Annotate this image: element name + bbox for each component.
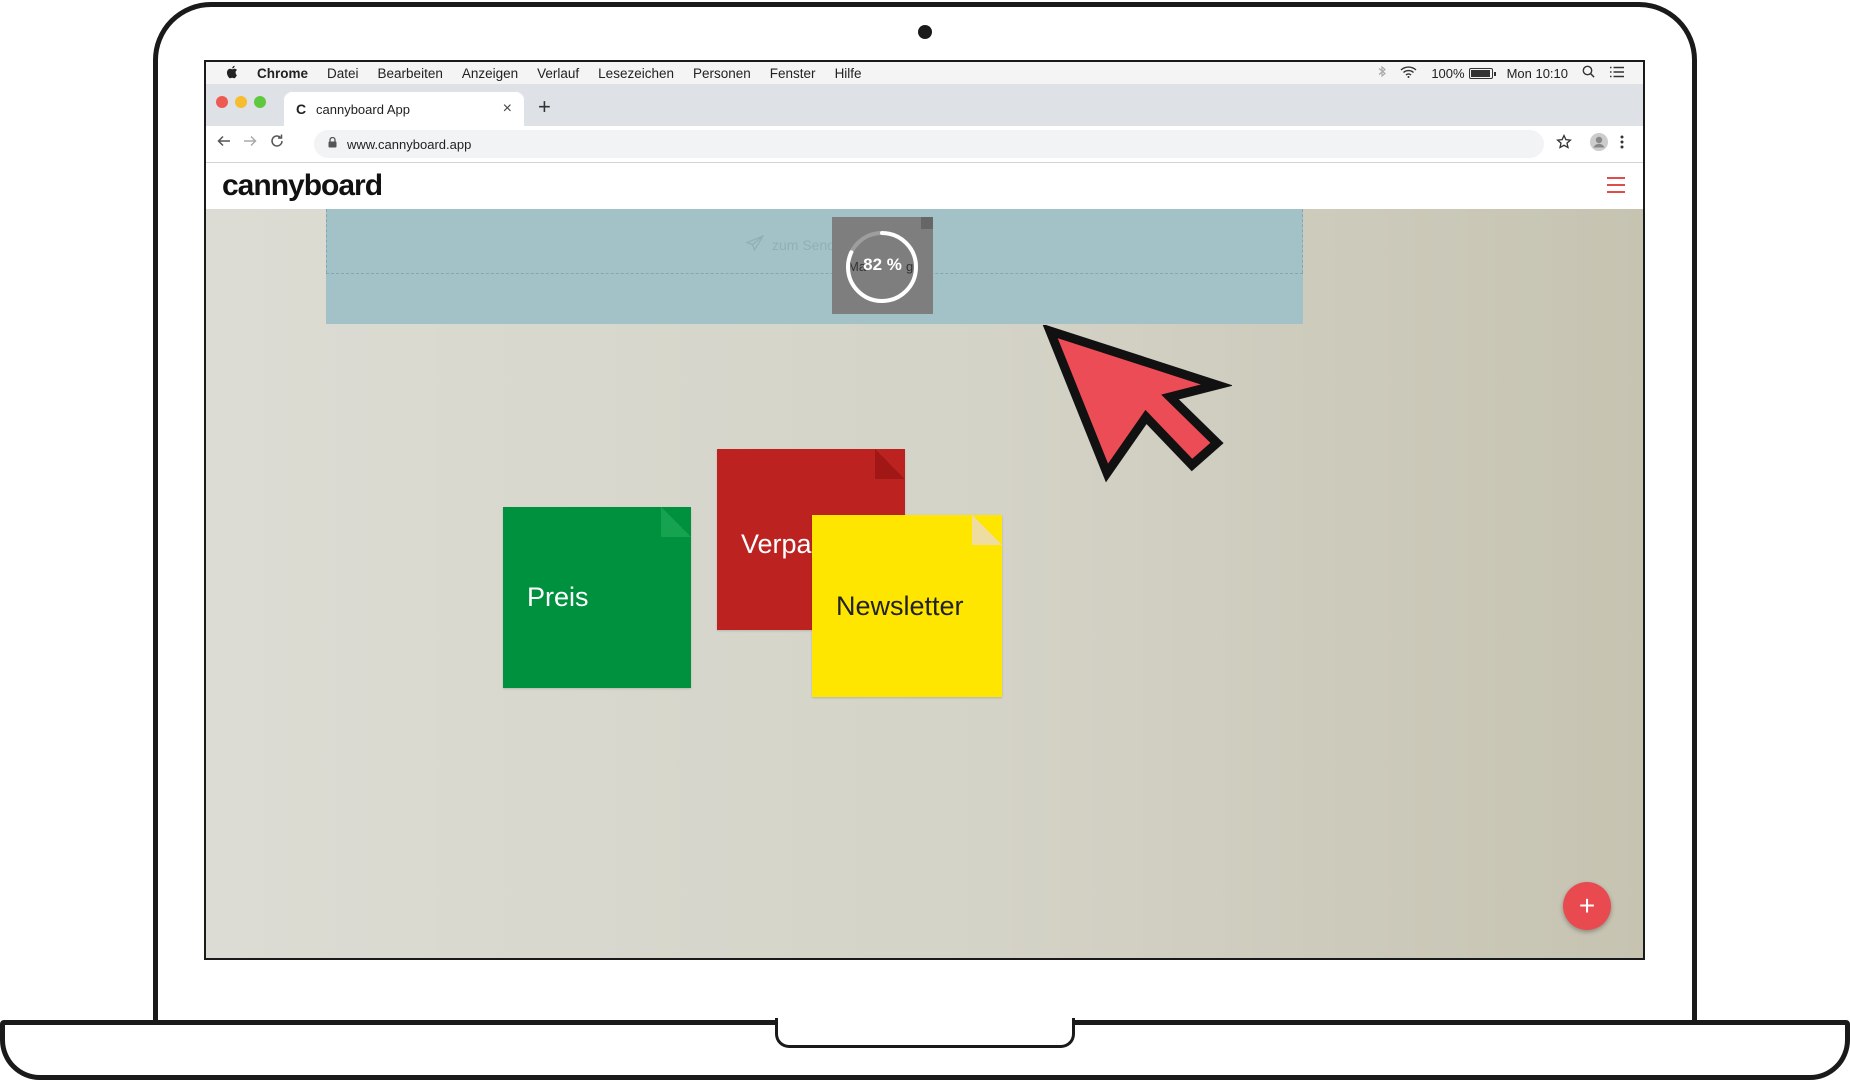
cannyboard-logo[interactable]: cannyboard	[222, 169, 383, 203]
url-text: www.cannyboard.app	[347, 136, 472, 152]
hamburger-menu-icon[interactable]	[1607, 177, 1625, 193]
back-arrow-icon[interactable]	[216, 133, 232, 154]
menu-lesezeichen[interactable]: Lesezeichen	[598, 66, 674, 81]
screen: Chrome Datei Bearbeiten Anzeigen Verlauf…	[204, 60, 1645, 960]
notification-center-icon[interactable]	[1609, 66, 1625, 81]
battery-status[interactable]: 100%	[1431, 65, 1496, 81]
sticky-note-preis[interactable]: Preis	[503, 507, 691, 688]
more-menu-icon[interactable]	[1620, 134, 1624, 155]
battery-percent: 100%	[1431, 65, 1465, 81]
add-note-button[interactable]: +	[1563, 882, 1611, 930]
send-dropzone[interactable]: zum Send	[326, 209, 1303, 324]
upload-progress-card: Ma g 82 %	[832, 217, 933, 314]
profile-avatar-icon[interactable]	[1589, 132, 1609, 157]
menu-hilfe[interactable]: Hilfe	[835, 66, 862, 81]
bluetooth-icon[interactable]	[1378, 65, 1387, 81]
note-fold	[875, 449, 905, 479]
clock[interactable]: Mon 10:10	[1507, 66, 1568, 81]
browser-toolbar: www.cannyboard.app	[206, 126, 1643, 163]
apple-icon[interactable]	[226, 65, 238, 82]
progress-percent: 82 %	[863, 255, 902, 274]
paper-plane-icon	[745, 234, 765, 254]
menu-chrome[interactable]: Chrome	[257, 66, 308, 81]
wifi-icon[interactable]	[1400, 65, 1417, 81]
forward-arrow-icon[interactable]	[242, 133, 258, 154]
tab-title: cannyboard App	[316, 101, 410, 117]
send-label-text: zum Send	[772, 236, 836, 253]
macos-menubar: Chrome Datei Bearbeiten Anzeigen Verlauf…	[206, 62, 1643, 85]
note-label: Preis	[527, 582, 589, 612]
window-close-button[interactable]	[216, 96, 228, 108]
pointer-arrow-icon	[1042, 325, 1232, 483]
spotlight-search-icon[interactable]	[1582, 65, 1595, 81]
note-label: Newsletter	[836, 590, 964, 621]
menu-verlauf[interactable]: Verlauf	[537, 66, 579, 81]
window-zoom-button[interactable]	[254, 96, 266, 108]
new-tab-button[interactable]: +	[538, 94, 551, 120]
webcam	[918, 25, 932, 39]
battery-icon	[1468, 67, 1496, 79]
sticky-note-newsletter[interactable]: Newsletter	[812, 515, 1002, 697]
menu-datei[interactable]: Datei	[327, 66, 359, 81]
window-minimize-button[interactable]	[235, 96, 247, 108]
browser-tab-strip: C cannyboard App × +	[206, 84, 1643, 126]
menu-personen[interactable]: Personen	[693, 66, 751, 81]
tab-cannyboard[interactable]: C cannyboard App ×	[284, 92, 524, 126]
lock-icon	[328, 136, 337, 151]
cannyboard-favicon-icon: C	[296, 101, 307, 117]
bookmark-star-icon[interactable]	[1556, 133, 1572, 155]
app-header: cannyboard	[206, 163, 1643, 209]
reload-icon[interactable]	[269, 133, 285, 154]
menu-anzeigen[interactable]: Anzeigen	[462, 66, 518, 81]
note-fold	[972, 515, 1002, 545]
menu-bearbeiten[interactable]: Bearbeiten	[378, 66, 443, 81]
tab-close-icon[interactable]: ×	[503, 100, 512, 118]
address-bar[interactable]: www.cannyboard.app	[314, 130, 1544, 158]
menu-fenster[interactable]: Fenster	[770, 66, 816, 81]
laptop-notch	[775, 1018, 1075, 1048]
note-fold	[661, 507, 691, 537]
board-canvas[interactable]: zum Send Ma g 82 % Preis Verpac Newslett…	[206, 209, 1643, 958]
send-label: zum Send	[745, 234, 836, 254]
